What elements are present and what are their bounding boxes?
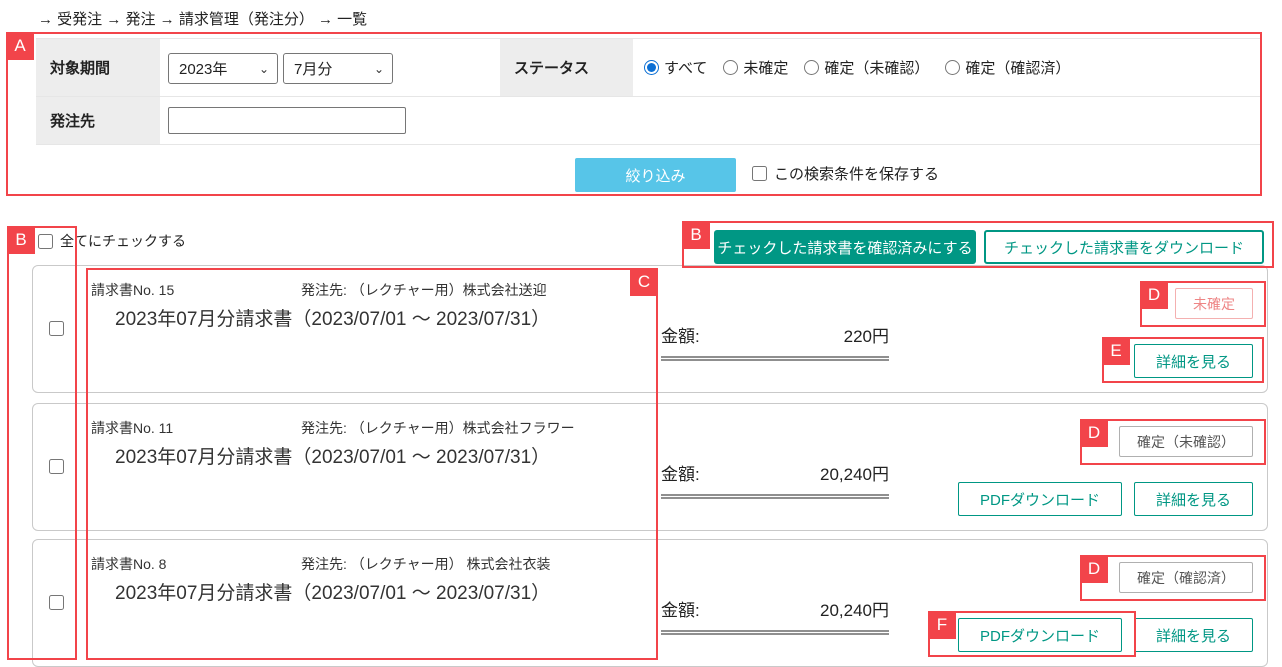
detail-button[interactable]: 詳細を見る [1134, 344, 1253, 378]
invoice-title: 2023年07月分請求書（2023/07/01 ～ 2023/07/31） [115, 447, 551, 468]
filter-apply-button[interactable]: 絞り込み [575, 158, 736, 192]
status-radio-fixed-confirmed-input[interactable] [945, 60, 961, 75]
pdf-download-button[interactable]: PDFダウンロード [958, 482, 1122, 516]
status-badge: 未確定 [1175, 288, 1253, 319]
status-radio-fixed-confirmed[interactable]: 確定（確認済） [945, 57, 1070, 78]
pdf-download-button[interactable]: PDFダウンロード [958, 618, 1122, 652]
filter-row-client: 発注先 [36, 97, 1262, 145]
month-select-value: 7月分 [294, 61, 333, 78]
invoice-amount-row: 金額: 20,240円 [661, 460, 889, 499]
invoice-client: 発注先: （レクチャー用） 株式会社衣装 [301, 554, 551, 574]
status-radio-pending-label: 未確定 [743, 60, 789, 77]
period-label: 対象期間 [36, 39, 160, 96]
invoice-card: 請求書No. 11 発注先: （レクチャー用）株式会社フラワー 2023年07月… [32, 403, 1268, 531]
invoice-client-label: 発注先: [301, 282, 347, 298]
invoice-number: 請求書No. 8 [91, 556, 167, 572]
check-all-row[interactable]: 全てにチェックする [38, 231, 186, 251]
invoice-client: 発注先: （レクチャー用）株式会社フラワー [301, 418, 575, 438]
month-select[interactable]: 7月分 ⌄ [283, 53, 393, 84]
invoice-title: 2023年07月分請求書（2023/07/01 ～ 2023/07/31） [115, 583, 551, 604]
status-radio-pending[interactable]: 未確定 [723, 57, 788, 78]
invoice-number: 請求書No. 11 [91, 420, 174, 436]
invoice-amount-row: 金額: 220円 [661, 322, 889, 361]
annotation-label-a: A [6, 32, 34, 60]
amount-value: 220円 [843, 327, 889, 346]
invoice-title: 2023年07月分請求書（2023/07/01 ～ 2023/07/31） [115, 309, 551, 330]
detail-button[interactable]: 詳細を見る [1134, 618, 1253, 652]
check-all-label: 全てにチェックする [60, 233, 186, 249]
amount-value: 20,240円 [820, 601, 889, 620]
invoice-actions: PDFダウンロード 詳細を見る [958, 482, 1253, 516]
client-label: 発注先 [36, 97, 160, 144]
status-radio-fixed-unconfirmed-input[interactable] [804, 60, 820, 75]
chevron-down-icon: ⌄ [373, 61, 384, 76]
invoice-checkbox[interactable] [49, 595, 64, 610]
status-radio-all-label: すべて [664, 60, 708, 77]
amount-label: 金額: [661, 327, 700, 346]
breadcrumb: → 受発注 → 発注 → 請求管理（発注分） → 一覧 [38, 11, 368, 28]
status-badge: 確定（確認済） [1119, 562, 1253, 593]
invoice-actions: 詳細を見る [1134, 344, 1253, 378]
invoice-card: 請求書No. 15 発注先: （レクチャー用）株式会社送迎 2023年07月分請… [32, 265, 1268, 393]
confirm-checked-button[interactable]: チェックした請求書を確認済みにする [714, 230, 976, 264]
annotation-label-b: B [7, 226, 35, 254]
invoice-client-label: 発注先: [301, 556, 347, 572]
client-input[interactable] [168, 107, 406, 134]
status-label: ステータス [500, 39, 633, 96]
download-checked-button[interactable]: チェックした請求書をダウンロード [984, 230, 1264, 264]
status-radio-fixed-unconfirmed[interactable]: 確定（未確認） [804, 57, 929, 78]
save-condition-label: この検索条件を保存する [774, 166, 940, 183]
save-condition-checkbox[interactable] [752, 166, 767, 181]
invoice-client-name: （レクチャー用）株式会社フラワー [350, 420, 575, 436]
status-radio-fixed-confirmed-label: 確定（確認済） [965, 60, 1071, 77]
status-radio-pending-input[interactable] [723, 60, 739, 75]
status-radio-all-input[interactable] [644, 60, 659, 75]
invoice-client-label: 発注先: [301, 420, 347, 436]
invoice-actions: PDFダウンロード 詳細を見る [958, 618, 1253, 652]
annotation-label-b: B [682, 221, 710, 249]
filter-row-period: 対象期間 2023年 ⌄ 7月分 ⌄ ステータス すべて 未確定 確定（未確認） [36, 39, 1262, 97]
amount-label: 金額: [661, 465, 700, 484]
invoice-amount-row: 金額: 20,240円 [661, 596, 889, 635]
amount-label: 金額: [661, 601, 700, 620]
save-condition-checkbox-row[interactable]: この検索条件を保存する [752, 163, 939, 184]
status-badge: 確定（未確認） [1119, 426, 1253, 457]
invoice-card: 請求書No. 8 発注先: （レクチャー用） 株式会社衣装 2023年07月分請… [32, 539, 1268, 667]
invoice-number: 請求書No. 15 [91, 282, 175, 298]
invoice-checkbox[interactable] [49, 459, 64, 474]
invoice-checkbox[interactable] [49, 321, 64, 336]
year-select[interactable]: 2023年 ⌄ [168, 53, 278, 84]
invoice-client-name: （レクチャー用） 株式会社衣装 [350, 556, 551, 572]
invoice-client: 発注先: （レクチャー用）株式会社送迎 [301, 280, 547, 300]
check-all-checkbox[interactable] [38, 233, 53, 249]
chevron-down-icon: ⌄ [258, 61, 269, 76]
status-radio-all[interactable]: すべて [644, 57, 707, 78]
status-radio-group: すべて 未確定 確定（未確認） 確定（確認済） [644, 39, 1070, 96]
detail-button[interactable]: 詳細を見る [1134, 482, 1253, 516]
amount-value: 20,240円 [820, 465, 889, 484]
filter-section: 対象期間 2023年 ⌄ 7月分 ⌄ ステータス すべて 未確定 確定（未確認） [36, 38, 1262, 145]
invoice-client-name: （レクチャー用）株式会社送迎 [350, 282, 547, 298]
status-radio-fixed-unconfirmed-label: 確定（未確認） [824, 60, 930, 77]
year-select-value: 2023年 [179, 61, 228, 78]
